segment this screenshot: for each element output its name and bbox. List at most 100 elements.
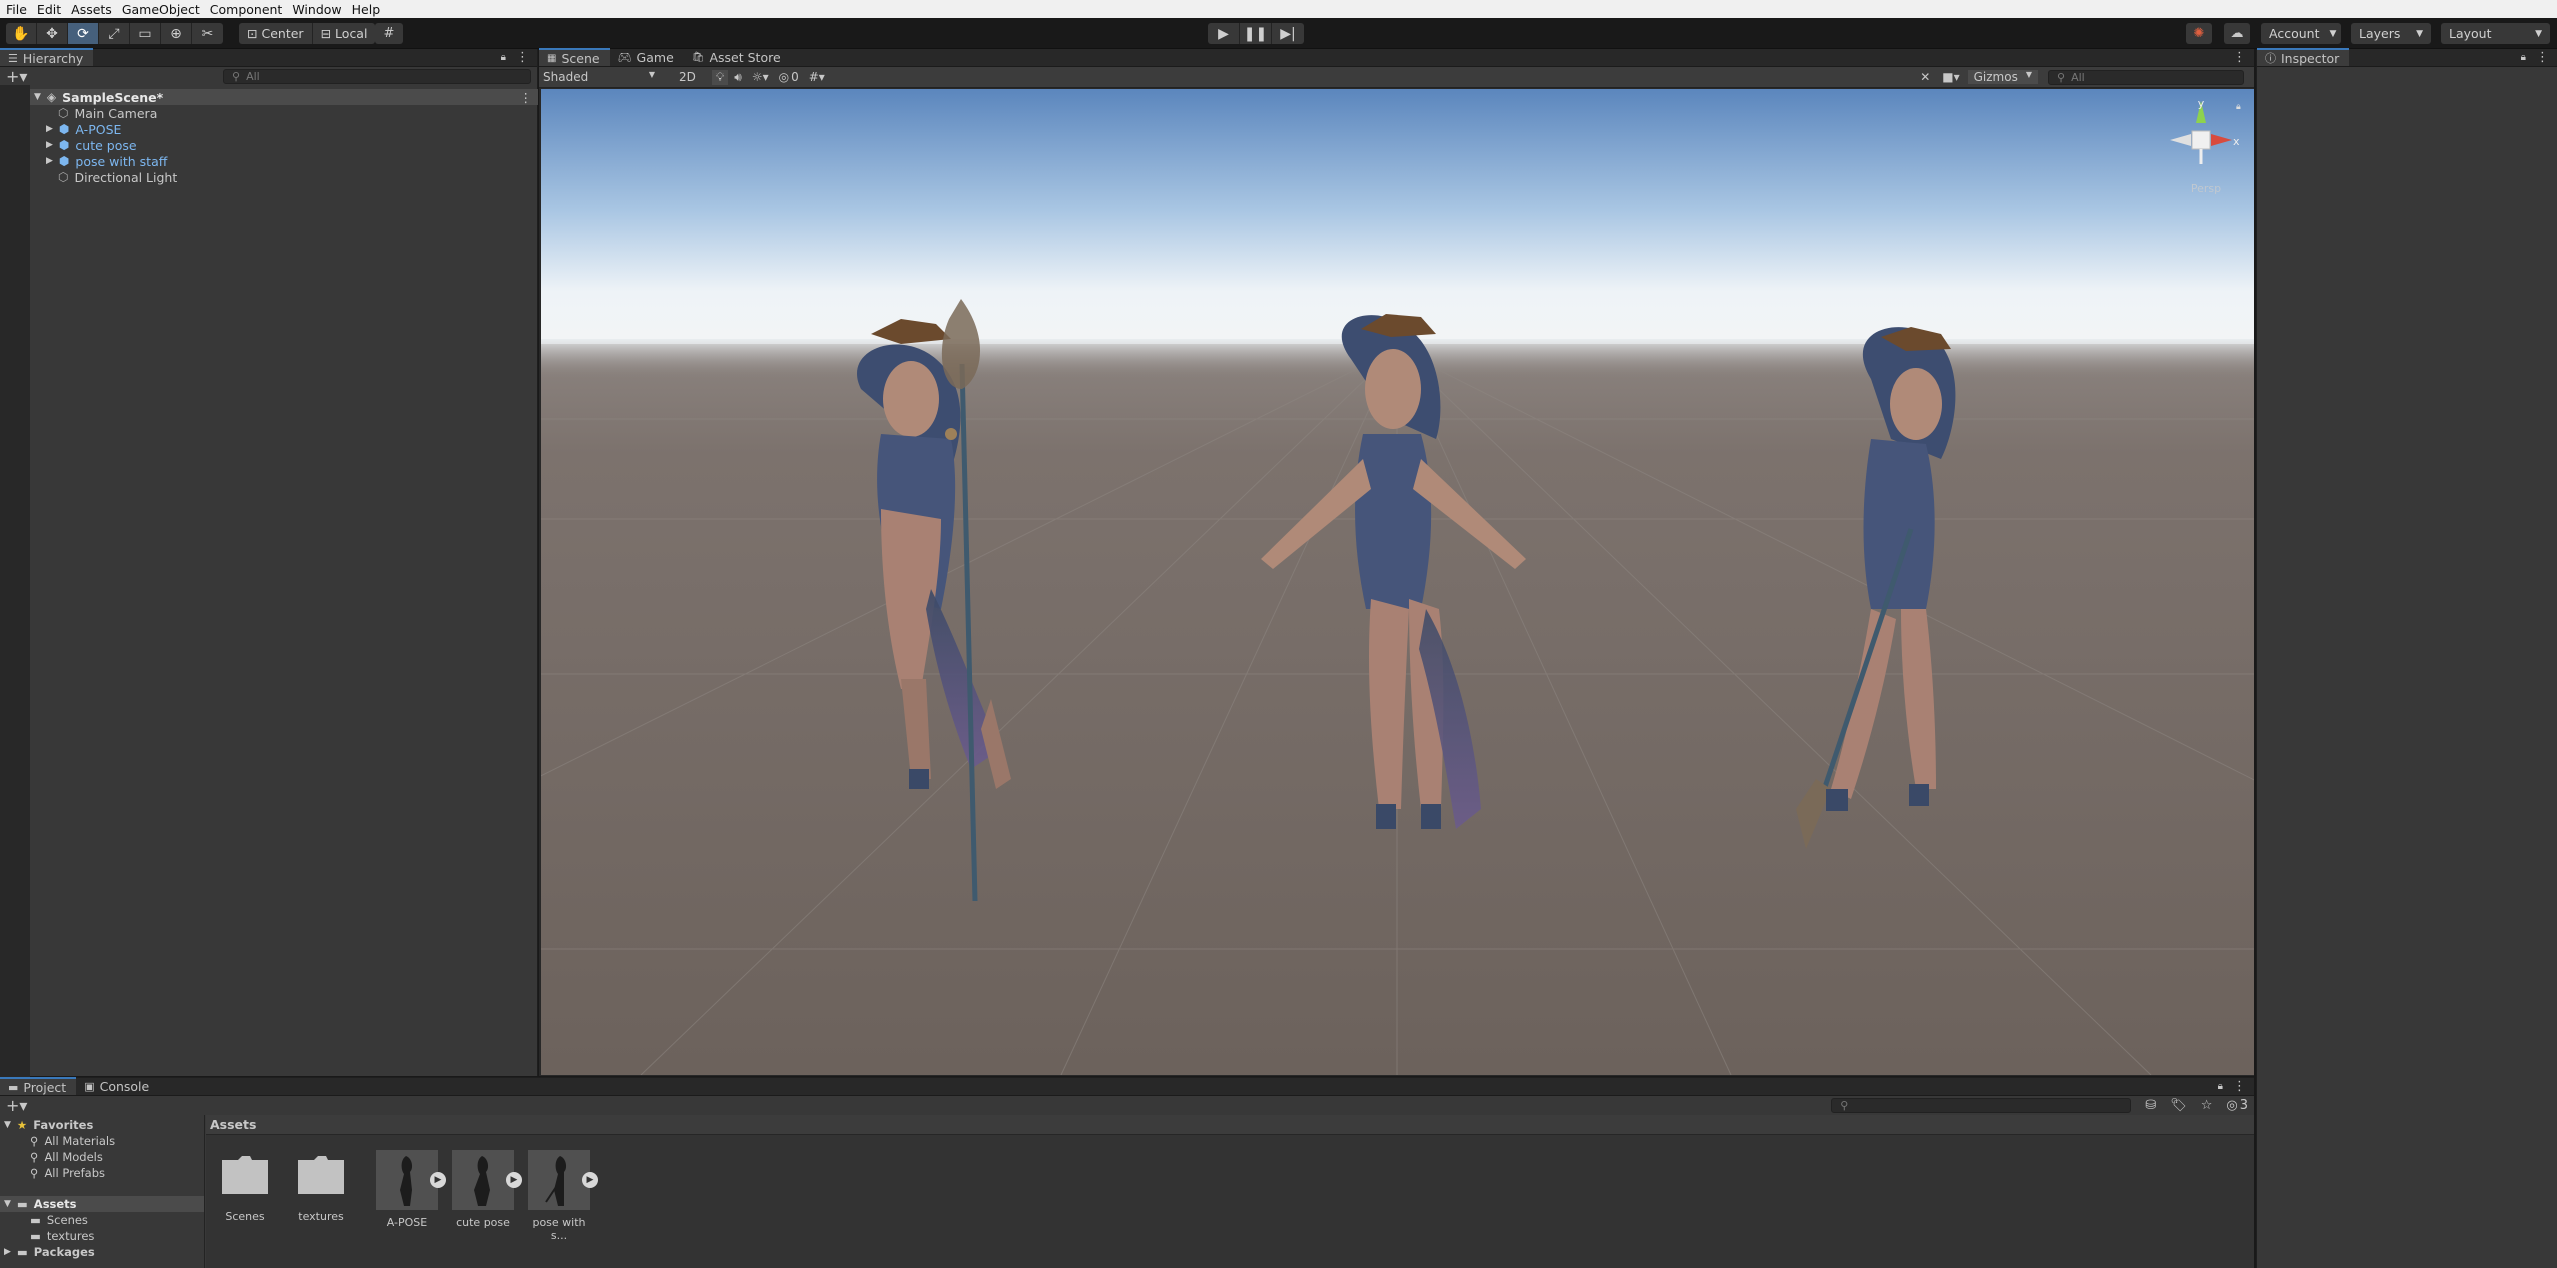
expand-arrow-icon[interactable]: ▶ <box>46 140 53 150</box>
menu-help[interactable]: Help <box>350 2 389 17</box>
lock-icon[interactable]: 🔒︎ <box>2521 52 2526 63</box>
grid-snap-icon: # <box>383 26 395 41</box>
prefab-cube-icon: ⬢ <box>58 138 70 152</box>
effects-icon[interactable]: ☼▾ <box>752 70 769 84</box>
hand-tool-icon[interactable]: ✋ <box>6 23 37 44</box>
asset-tile-label: cute pose <box>456 1216 510 1229</box>
hierarchy-item[interactable]: ⬡ Main Camera <box>58 105 157 121</box>
lock-icon[interactable]: 🔒︎ <box>501 52 506 63</box>
favorites-item[interactable]: ⚲ All Materials <box>30 1133 115 1149</box>
menu-assets[interactable]: Assets <box>69 2 120 17</box>
tools-icon[interactable]: ✕ <box>1920 70 1930 84</box>
hierarchy-item[interactable]: ▶ ⬢ A-POSE <box>46 121 121 137</box>
gizmo-projection-label[interactable]: Persp <box>2191 182 2221 195</box>
menu-window[interactable]: Window <box>290 2 349 17</box>
grid-snap-button[interactable]: # <box>375 23 403 44</box>
tab-asset-store[interactable]: 🛍︎ Asset Store <box>684 48 791 66</box>
tab-project[interactable]: ▬ Project <box>0 1077 77 1095</box>
hierarchy-item[interactable]: ▶ ⬢ pose with staff <box>46 153 167 169</box>
kebab-menu-icon[interactable]: ⋮ <box>2536 50 2549 65</box>
expand-arrow-icon[interactable]: ▶ <box>46 124 53 134</box>
transform-tool-icon[interactable]: ⊕ <box>161 23 192 44</box>
2d-toggle[interactable]: 2D <box>673 70 702 84</box>
tab-console[interactable]: ▣ Console <box>76 1077 159 1095</box>
scene-row[interactable]: ▼ ◈ SampleScene* ⋮ <box>30 89 538 105</box>
expand-arrow-icon[interactable]: ▼ <box>34 92 41 102</box>
scene-search-input[interactable]: ⚲ All <box>2048 69 2244 85</box>
menu-gameobject[interactable]: GameObject <box>120 2 208 17</box>
custom-tool-icon[interactable]: ✂ <box>192 23 223 44</box>
space-local-button[interactable]: ⊟ Local <box>313 23 376 44</box>
play-preview-icon[interactable]: ▶ <box>506 1172 522 1188</box>
packages-tree-item[interactable]: ▶ ▬ Packages <box>4 1244 95 1260</box>
hidden-packages-toggle[interactable]: ◎ 3 <box>2226 1098 2248 1113</box>
favorites-item[interactable]: ⚲ All Models <box>30 1149 103 1165</box>
layout-dropdown[interactable]: Layout ▼ <box>2441 23 2550 44</box>
folder-icon <box>222 1156 268 1194</box>
step-icon[interactable]: ▶| <box>1272 23 1304 44</box>
camera-icon[interactable]: ■▾ <box>1942 70 1959 84</box>
expand-arrow-icon[interactable]: ▼ <box>4 1199 11 1209</box>
expand-arrow-icon[interactable]: ▶ <box>4 1247 11 1257</box>
add-icon[interactable]: +▾ <box>6 67 27 86</box>
tab-scene[interactable]: ▦ Scene <box>539 48 610 66</box>
grid-toggle-icon[interactable]: #▾ <box>809 70 825 84</box>
collab-button[interactable]: ✺ <box>2186 23 2212 44</box>
hidden-objects-toggle[interactable]: ◎ 0 <box>779 70 799 84</box>
filter-by-label-icon[interactable]: 🏷︎ <box>2170 1098 2187 1113</box>
asset-tile[interactable]: ▶ cute pose <box>448 1150 522 1229</box>
asset-tile[interactable]: ▶ pose with s... <box>524 1150 598 1242</box>
asset-tile[interactable]: textures <box>296 1150 346 1223</box>
assets-subfolder[interactable]: ▬ Scenes <box>30 1212 88 1228</box>
project-search-input[interactable]: ⚲ <box>1831 1097 2132 1113</box>
cloud-button[interactable]: ☁ <box>2224 23 2250 44</box>
tab-hierarchy[interactable]: ☰ Hierarchy <box>0 48 94 66</box>
gizmo-lock-icon[interactable]: 🔒︎ <box>2236 102 2241 112</box>
kebab-menu-icon[interactable]: ⋮ <box>520 90 533 105</box>
audio-icon[interactable]: 🔊︎ <box>734 70 742 85</box>
hierarchy-search-input[interactable]: ⚲ All <box>223 68 531 84</box>
filter-by-type-icon[interactable]: ⛁ <box>2145 1098 2156 1113</box>
layers-dropdown[interactable]: Layers ▼ <box>2351 23 2431 44</box>
add-icon[interactable]: +▾ <box>6 1096 27 1115</box>
lock-icon[interactable]: 🔒︎ <box>2218 1081 2223 1092</box>
kebab-menu-icon[interactable]: ⋮ <box>2233 1079 2246 1094</box>
expand-arrow-icon[interactable]: ▼ <box>4 1120 11 1130</box>
gizmos-dropdown[interactable]: Gizmos ▼ <box>1967 70 2038 84</box>
shading-mode-dropdown[interactable]: Shaded ▼ <box>539 70 659 84</box>
favorite-star-icon[interactable]: ☆ <box>2201 1098 2213 1113</box>
play-icon[interactable]: ▶ <box>1208 23 1240 44</box>
asset-tile[interactable]: Scenes <box>220 1150 270 1223</box>
pause-icon[interactable]: ❚❚ <box>1240 23 1272 44</box>
expand-arrow-icon[interactable]: ▶ <box>46 156 53 166</box>
kebab-menu-icon[interactable]: ⋮ <box>516 50 529 65</box>
breadcrumb-assets[interactable]: Assets <box>210 1117 256 1132</box>
scene-render[interactable]: x y Persp 🔒︎ <box>541 89 2254 1075</box>
assets-subfolder[interactable]: ▬ textures <box>30 1228 94 1244</box>
tab-game[interactable]: 🎮︎ Game <box>610 48 684 66</box>
menu-file[interactable]: File <box>4 2 35 17</box>
hierarchy-item[interactable]: ▶ ⬢ cute pose <box>46 137 137 153</box>
favorites-item[interactable]: ⚲ All Prefabs <box>30 1165 105 1181</box>
favorites-header[interactable]: ▼ ★ Favorites <box>4 1117 93 1133</box>
lighting-icon[interactable]: 💡︎ <box>711 69 729 85</box>
rect-tool-icon[interactable]: ▭ <box>130 23 161 44</box>
asset-tile[interactable]: ▶ A-POSE <box>372 1150 446 1229</box>
hierarchy-item[interactable]: ⬡ Directional Light <box>58 169 177 185</box>
pivot-center-button[interactable]: ⊡ Center <box>239 23 313 44</box>
shading-mode-label: Shaded <box>543 70 589 84</box>
menu-component[interactable]: Component <box>208 2 291 17</box>
scene-viewport[interactable]: x y Persp 🔒︎ <box>541 89 2254 1075</box>
account-dropdown[interactable]: Account ▼ <box>2261 23 2341 44</box>
tab-inspector[interactable]: ⓘ Inspector <box>2257 48 2350 66</box>
kebab-menu-icon[interactable]: ⋮ <box>2233 50 2246 65</box>
scale-tool-icon[interactable]: ⤢ <box>99 23 130 44</box>
project-tabbar: ▬ Project ▣ Console 🔒︎ ⋮ <box>0 1077 2254 1096</box>
rotate-tool-icon[interactable]: ⟳ <box>68 23 99 44</box>
menu-edit[interactable]: Edit <box>35 2 69 17</box>
tab-console-label: Console <box>99 1078 150 1094</box>
play-preview-icon[interactable]: ▶ <box>430 1172 446 1188</box>
move-tool-icon[interactable]: ✥ <box>37 23 68 44</box>
play-preview-icon[interactable]: ▶ <box>582 1172 598 1188</box>
assets-tree-item[interactable]: ▼ ▬ Assets <box>0 1196 204 1212</box>
